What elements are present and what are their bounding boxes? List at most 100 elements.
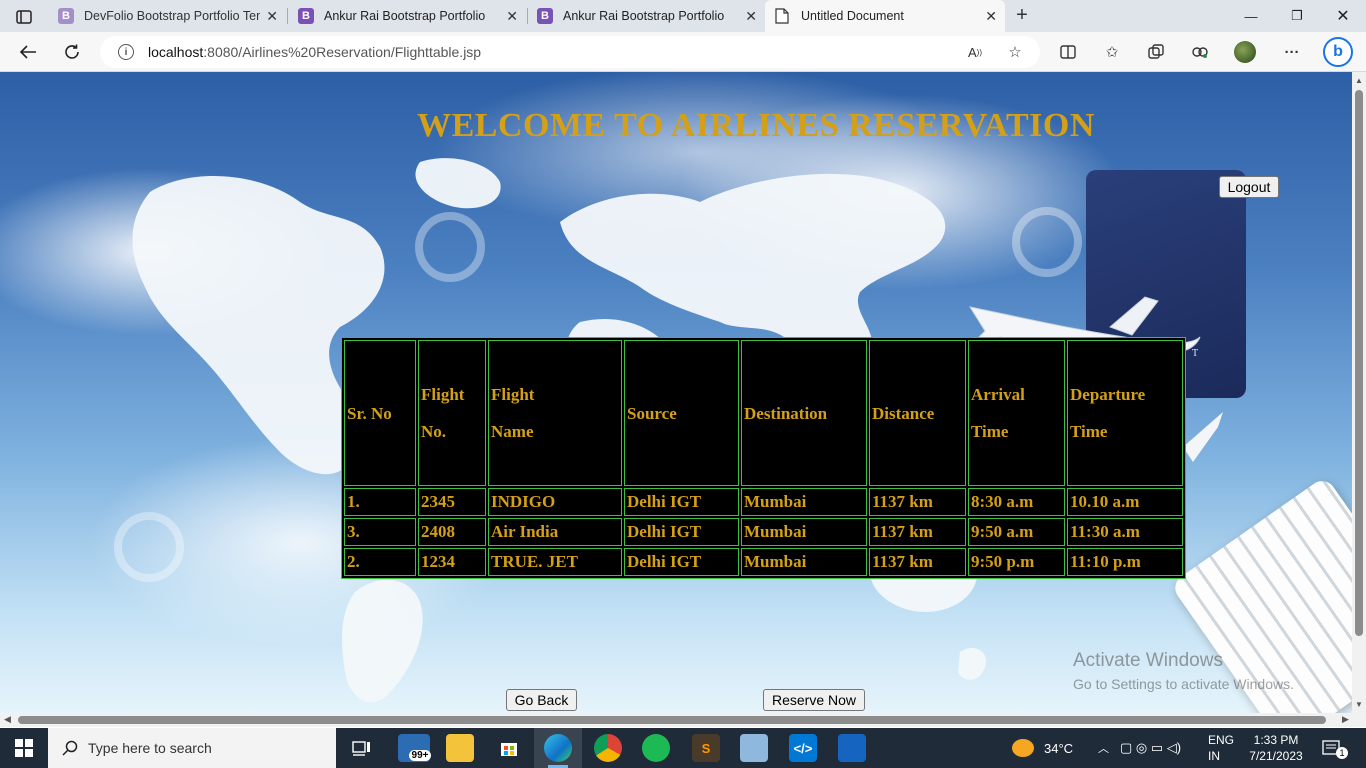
bing-chat-icon[interactable]: b — [1322, 36, 1354, 68]
profile-avatar[interactable] — [1234, 41, 1256, 63]
url-text[interactable]: localhost:8080/Airlines%20Reservation/Fl… — [148, 44, 481, 60]
table-body: 1. 2345 INDIGO Delhi IGT Mumbai 1137 km 8:30 a… — [344, 488, 1183, 576]
activate-subtitle: Go to Settings to activate Windows. — [1073, 676, 1294, 692]
scroll-down-icon[interactable]: ▼ — [1355, 700, 1363, 709]
scroll-left-icon[interactable]: ◀ — [4, 714, 11, 725]
new-tab-icon[interactable]: + — [1012, 4, 1032, 28]
watermark-icon — [1012, 207, 1082, 277]
spotify-icon[interactable] — [642, 734, 670, 762]
sun-icon — [1012, 739, 1034, 757]
windows-start-icon[interactable] — [0, 728, 48, 768]
page-viewport: T WELCOME TO AIRLINES RESERVATION Logout… — [0, 72, 1352, 713]
task-view-icon[interactable] — [348, 734, 376, 762]
input-language[interactable]: ENG IN — [1208, 732, 1234, 764]
table-cell: Delhi IGT — [624, 548, 739, 576]
table-cell: 9:50 p.m — [968, 548, 1065, 576]
clock-date: 7/21/2023 — [1249, 749, 1303, 763]
edge-browser-icon[interactable] — [544, 734, 572, 762]
favorite-star-icon[interactable]: ☆ — [1004, 41, 1026, 63]
more-options-icon[interactable]: ··· — [1281, 41, 1303, 63]
photos-icon[interactable] — [838, 734, 866, 762]
minimize-icon[interactable]: — — [1228, 0, 1274, 32]
tab-title: DevFolio Bootstrap Portfolio Template — [84, 9, 260, 23]
horizontal-scrollbar[interactable]: ◀ ▶ — [0, 713, 1366, 727]
back-icon[interactable] — [16, 40, 40, 64]
windows-taskbar: Type here to search 99+ S </> 34°C ︿ ▢ ◎… — [0, 728, 1366, 768]
go-back-button[interactable]: Go Back — [506, 689, 577, 711]
table-cell: 1137 km — [869, 488, 966, 516]
mail-badge: 99+ — [408, 749, 432, 761]
column-header: Flight No. — [418, 340, 486, 486]
table-header-row: Sr. No Flight No. Flight Name Source Destinati… — [344, 340, 1183, 486]
vertical-scrollbar[interactable]: ▲ ▼ — [1352, 72, 1366, 713]
close-tab-icon[interactable]: ✕ — [985, 8, 997, 25]
chrome-icon[interactable] — [594, 734, 622, 762]
tab-ankur-2[interactable]: B Ankur Rai Bootstrap Portfolio ✕ — [527, 0, 765, 32]
scroll-up-icon[interactable]: ▲ — [1355, 76, 1363, 85]
table-cell: TRUE. JET — [488, 548, 622, 576]
clock-time: 1:33 PM — [1253, 733, 1299, 747]
mail-icon[interactable]: 99+ — [398, 734, 432, 762]
table-cell: INDIGO — [488, 488, 622, 516]
read-aloud-icon[interactable]: A)) — [964, 41, 986, 63]
restore-icon[interactable]: ❐ — [1274, 0, 1320, 32]
column-header: Flight Name — [488, 340, 622, 486]
table-cell: 11:10 p.m — [1067, 548, 1183, 576]
scroll-right-icon[interactable]: ▶ — [1342, 714, 1349, 725]
bootstrap-favicon-icon: B — [537, 8, 553, 24]
tray-up-arrow-icon[interactable]: ︿ — [1098, 728, 1109, 768]
vscode-icon[interactable]: </> — [789, 734, 817, 762]
table-cell: Mumbai — [741, 488, 867, 516]
site-info-icon[interactable]: i — [118, 44, 134, 60]
table-cell: 10.10 a.m — [1067, 488, 1183, 516]
weather-widget[interactable]: 34°C — [1012, 728, 1073, 768]
sublime-text-icon[interactable]: S — [692, 734, 720, 762]
microsoft-store-icon[interactable] — [495, 734, 523, 762]
table-cell: Delhi IGT — [624, 488, 739, 516]
horizontal-scroll-thumb[interactable] — [18, 716, 1326, 724]
extensions-icon[interactable] — [1189, 41, 1211, 63]
file-explorer-icon[interactable] — [446, 734, 474, 762]
watermark-icon — [114, 512, 184, 582]
activate-title: Activate Windows — [1073, 650, 1223, 671]
favorites-icon[interactable]: ✩ — [1101, 41, 1123, 63]
tab-devfolio[interactable]: B DevFolio Bootstrap Portfolio Template … — [48, 0, 286, 32]
page-favicon-icon — [775, 8, 791, 24]
search-placeholder: Type here to search — [88, 740, 212, 756]
reserve-now-button[interactable]: Reserve Now — [763, 689, 865, 711]
logout-button[interactable]: Logout — [1219, 176, 1279, 198]
table-row: 3. 2408 Air India Delhi IGT Mumbai 1137 km 9:5… — [344, 518, 1183, 546]
browser-tab-bar: B DevFolio Bootstrap Portfolio Template … — [0, 0, 1366, 32]
weather-temp: 34°C — [1044, 740, 1074, 756]
tab-actions-icon[interactable] — [10, 6, 38, 28]
clock[interactable]: 1:33 PM 7/21/2023 — [1246, 732, 1306, 764]
table-cell: Mumbai — [741, 518, 867, 546]
tab-ankur-1[interactable]: B Ankur Rai Bootstrap Portfolio ✕ — [288, 0, 526, 32]
table-cell: 1234 — [418, 548, 486, 576]
close-tab-icon[interactable]: ✕ — [745, 8, 757, 25]
url-bar[interactable]: i localhost:8080/Airlines%20Reservation/… — [100, 36, 1040, 68]
vertical-scroll-thumb[interactable] — [1355, 90, 1363, 636]
table-cell: 2408 — [418, 518, 486, 546]
table-row: 2. 1234 TRUE. JET Delhi IGT Mumbai 1137 km 9:5… — [344, 548, 1183, 576]
table-cell: 1137 km — [869, 548, 966, 576]
page-title: WELCOME TO AIRLINES RESERVATION — [417, 107, 1095, 144]
column-header: Distance — [869, 340, 966, 486]
table-cell: Air India — [488, 518, 622, 546]
table-row: 1. 2345 INDIGO Delhi IGT Mumbai 1137 km 8:30 a… — [344, 488, 1183, 516]
close-tab-icon[interactable]: ✕ — [506, 8, 518, 25]
notification-icon[interactable]: 1 — [1322, 728, 1348, 768]
taskbar-search-box[interactable]: Type here to search — [48, 728, 336, 768]
activate-windows-watermark: Activate Windows Go to Settings to activ… — [1073, 650, 1294, 692]
column-header: Sr. No — [344, 340, 416, 486]
refresh-icon[interactable] — [60, 40, 84, 64]
3d-app-icon[interactable] — [740, 734, 768, 762]
tab-untitled-document[interactable]: Untitled Document ✕ — [765, 0, 1005, 32]
column-header: Destination — [741, 340, 867, 486]
split-screen-icon[interactable] — [1057, 41, 1079, 63]
system-tray-icons[interactable]: ▢ ◎ ▭ ◁) — [1120, 728, 1181, 768]
close-window-icon[interactable]: ✕ — [1320, 0, 1366, 32]
close-tab-icon[interactable]: ✕ — [266, 8, 278, 25]
notification-badge: 1 — [1336, 747, 1348, 759]
collections-icon[interactable] — [1145, 41, 1167, 63]
